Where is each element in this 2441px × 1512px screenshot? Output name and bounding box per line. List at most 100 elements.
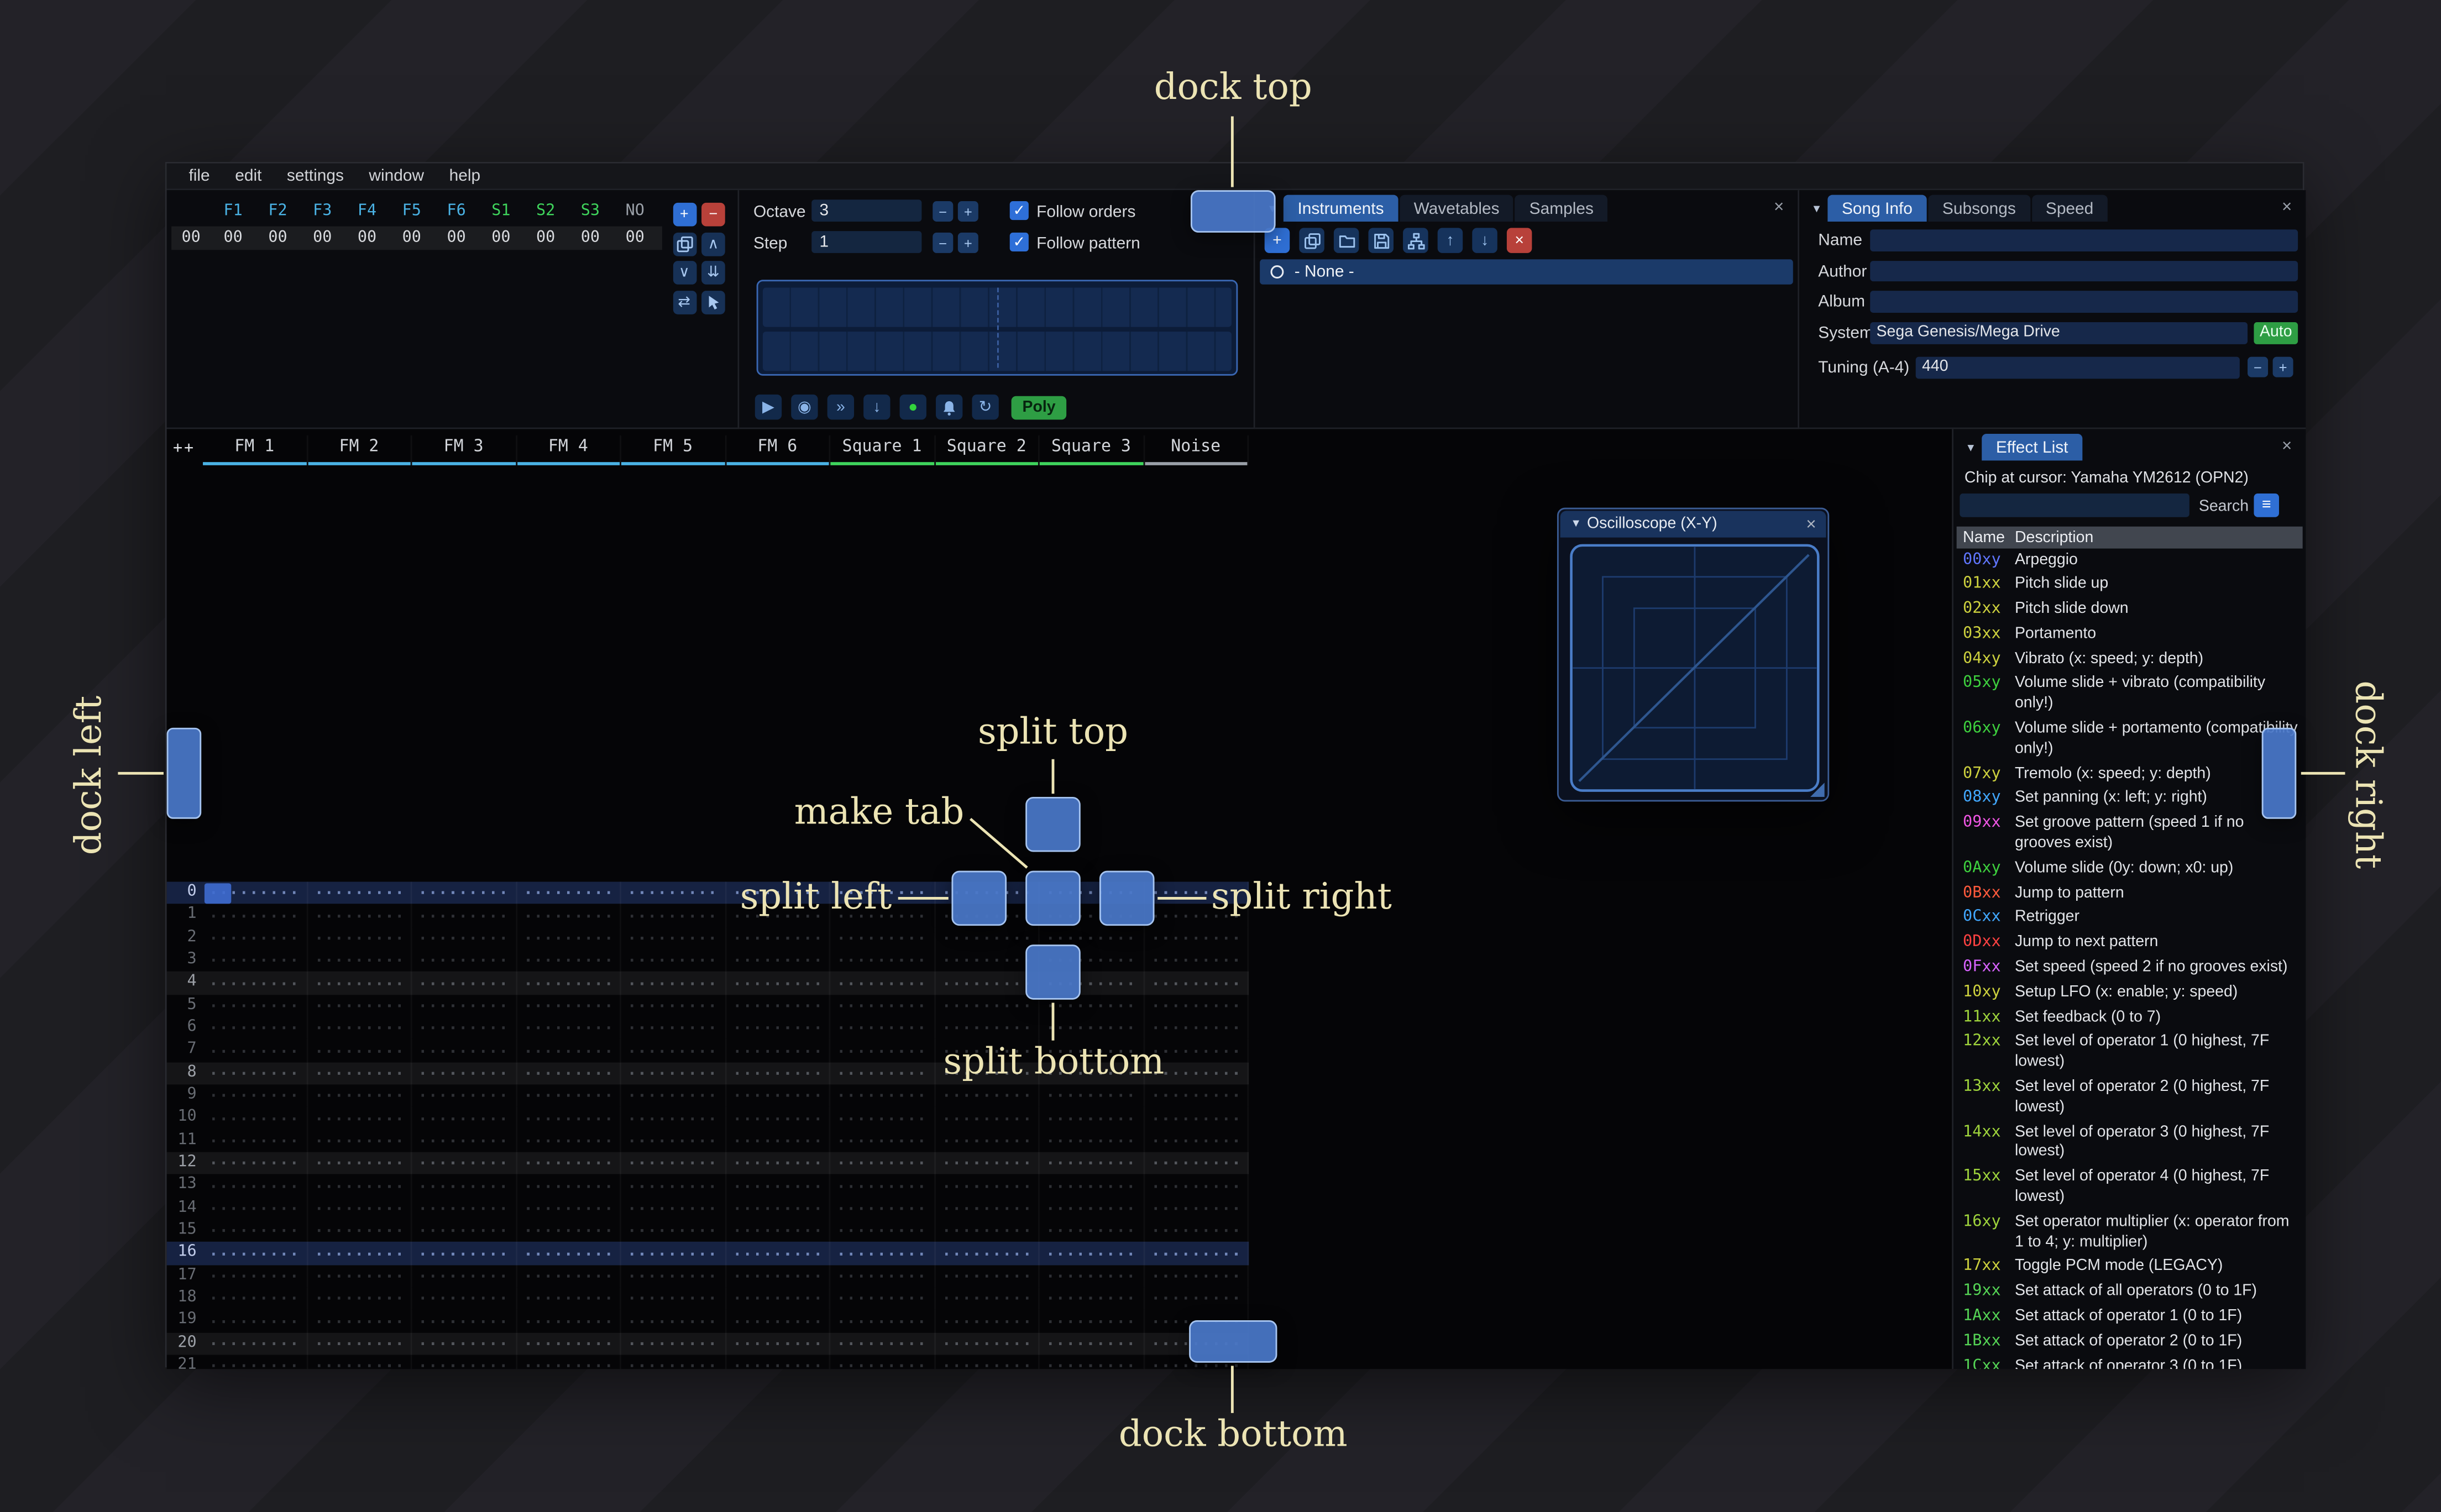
pattern-cell[interactable] [203,972,308,995]
pattern-cell[interactable] [516,1017,621,1040]
pattern-cell[interactable] [412,1039,517,1062]
pattern-cell[interactable] [516,1107,621,1130]
pattern-cell[interactable] [621,1017,726,1040]
auto-detect-button[interactable]: Auto [2254,322,2298,344]
pattern-cell[interactable] [935,1129,1040,1152]
pattern-cell[interactable] [516,972,621,995]
effect-row[interactable]: 11xx Set feedback (0 to 7) [1957,1006,2303,1031]
pattern-cell[interactable] [516,1129,621,1152]
add-order-button[interactable]: + [672,202,696,227]
menu-item-edit[interactable]: edit [222,166,274,185]
pattern-cell[interactable] [307,1287,412,1310]
step-input[interactable]: 1 [811,231,922,253]
order-cell[interactable]: 00 [345,229,390,246]
tab-speed[interactable]: Speed [2031,195,2108,222]
split-top-target[interactable] [1025,796,1081,852]
pattern-cell[interactable] [935,1219,1040,1242]
pattern-cell[interactable] [203,1084,308,1107]
pattern-cell[interactable] [935,1017,1040,1040]
pattern-cell[interactable] [307,1242,412,1265]
instrument-list-item[interactable]: - None - [1260,259,1793,285]
pattern-cell[interactable] [726,927,831,949]
pattern-cell[interactable] [516,1039,621,1062]
effect-row[interactable]: 15xx Set level of operator 4 (0 highest, … [1957,1166,2303,1211]
tab-wavetables[interactable]: Wavetables [1400,195,1514,222]
pattern-cell[interactable] [1144,1287,1249,1310]
pattern-cell[interactable] [516,881,621,905]
order-cell[interactable]: 00 [479,229,523,246]
effect-row[interactable]: 0Dxx Jump to next pattern [1957,932,2303,957]
pattern-cell[interactable] [1144,1152,1249,1175]
pattern-row[interactable]: 6 [167,1017,1249,1040]
pattern-cell[interactable] [516,1242,621,1265]
pattern-cell[interactable] [516,1084,621,1107]
pattern-cell[interactable] [307,972,412,995]
pattern-cell[interactable] [307,1017,412,1040]
pattern-cell[interactable] [307,1174,412,1198]
pattern-cell[interactable] [1039,1355,1145,1369]
pattern-cell[interactable] [726,1332,831,1355]
octave-increase-button[interactable]: + [957,201,978,222]
pattern-cell[interactable] [516,1309,621,1332]
effect-row[interactable]: 13xx Set level of operator 2 (0 highest, … [1957,1076,2303,1121]
pattern-cell[interactable] [1144,1242,1249,1265]
pattern-row[interactable]: 10 [167,1107,1249,1130]
pattern-channel-header-fm-6[interactable]: FM 6 [726,435,831,465]
pattern-cell[interactable] [203,1287,308,1310]
pattern-cell[interactable] [726,994,831,1017]
pattern-cell[interactable] [935,1264,1040,1288]
pattern-cell[interactable] [516,1355,621,1369]
pattern-cell[interactable] [1144,1264,1249,1288]
pattern-cell[interactable] [1144,994,1249,1017]
pattern-cell[interactable] [726,1219,831,1242]
pattern-cell[interactable] [1039,1017,1145,1040]
pattern-cell[interactable] [412,1332,517,1355]
pattern-cell[interactable] [307,1309,412,1332]
menu-item-settings[interactable]: settings [274,166,356,185]
dock-left-target[interactable] [166,727,202,819]
pattern-channel-header-fm-1[interactable]: FM 1 [203,435,308,465]
pattern-cell[interactable] [830,927,935,949]
pattern-cell[interactable] [935,1084,1040,1107]
pattern-cell[interactable] [726,1287,831,1310]
tab-song-info[interactable]: Song Info [1827,195,1927,222]
pattern-cell[interactable] [203,1062,308,1085]
pattern-cell[interactable] [516,1174,621,1198]
pattern-cell[interactable] [516,904,621,927]
pattern-cell[interactable] [1144,1017,1249,1040]
pattern-cell[interactable] [412,1242,517,1265]
pattern-cell[interactable] [516,1219,621,1242]
pattern-cell[interactable] [412,1017,517,1040]
pattern-row[interactable]: 15 [167,1219,1249,1242]
pattern-channel-header-fm-5[interactable]: FM 5 [621,435,726,465]
pattern-cell[interactable] [1039,1219,1145,1242]
pattern-channel-header-square-3[interactable]: Square 3 [1039,435,1145,465]
pattern-cell[interactable] [830,972,935,995]
effect-row[interactable]: 08xy Set panning (x: left; y: right) [1957,788,2303,812]
split-left-target[interactable] [951,870,1007,926]
pattern-cell[interactable] [621,1197,726,1220]
pattern-cell[interactable] [1144,1174,1249,1198]
pattern-cell[interactable] [203,1152,308,1175]
pattern-cell[interactable] [935,994,1040,1017]
follow-pattern-checkbox[interactable]: ✓ [1009,232,1029,252]
change-order-mode-button[interactable]: ⇄ [672,290,696,314]
pattern-cell[interactable] [203,1129,308,1152]
duplicate-order-button[interactable] [672,232,696,256]
order-cell[interactable]: 00 [434,229,479,246]
pattern-cell[interactable] [412,1152,517,1175]
effect-row[interactable]: 09xx Set groove pattern (speed 1 if no gr… [1957,812,2303,857]
pattern-cell[interactable] [307,1332,412,1355]
pattern-cell[interactable] [307,1264,412,1288]
pattern-channel-header-fm-3[interactable]: FM 3 [412,435,517,465]
pattern-row[interactable]: 21 [167,1355,1249,1369]
pattern-cell[interactable] [203,1017,308,1040]
effect-row[interactable]: 12xx Set level of operator 1 (0 highest, … [1957,1031,2303,1076]
pattern-cell[interactable] [516,1062,621,1085]
effect-search-input[interactable] [1960,494,2189,517]
pattern-cell[interactable] [516,1152,621,1175]
menu-item-help[interactable]: help [437,166,493,185]
pattern-cell[interactable] [307,1062,412,1085]
order-cell[interactable]: 00 [568,229,613,246]
pattern-cell[interactable] [726,1152,831,1175]
